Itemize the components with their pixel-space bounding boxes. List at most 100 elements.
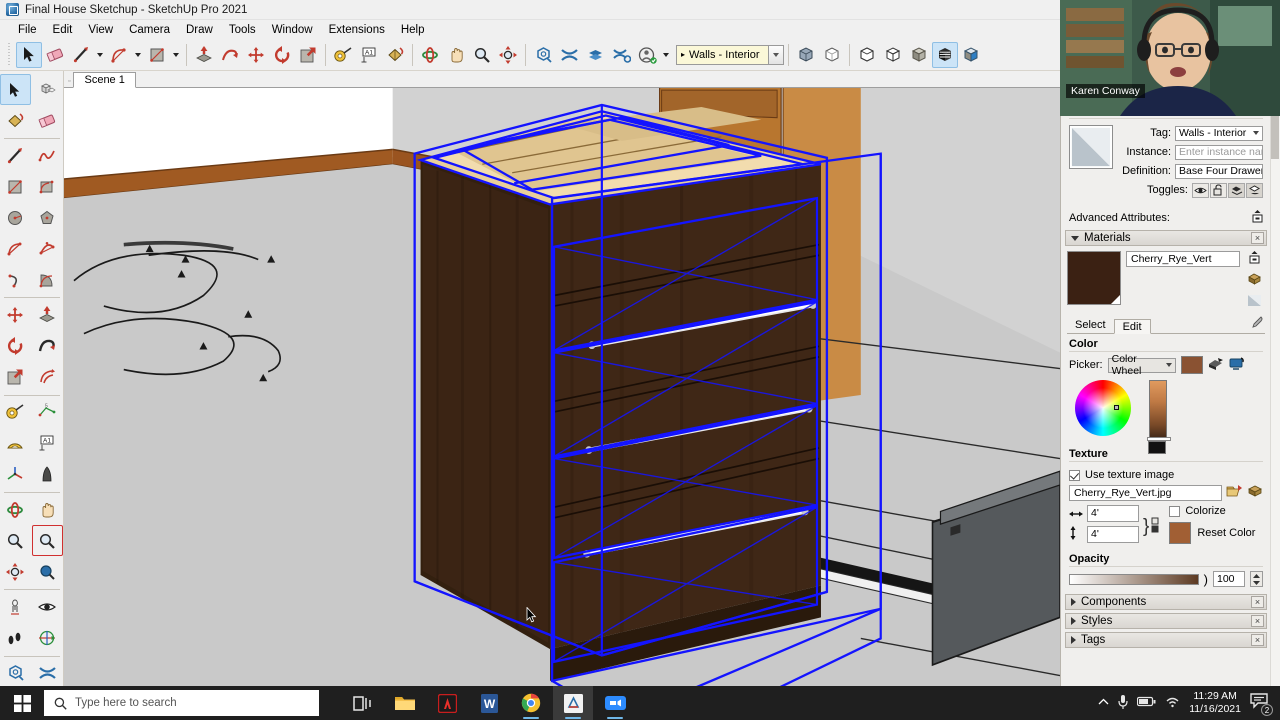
freehand-tool[interactable] (32, 140, 63, 171)
sketchup-button[interactable] (553, 686, 593, 720)
chrome-button[interactable] (511, 686, 551, 720)
pan-tool[interactable] (32, 494, 63, 525)
share-model-button[interactable] (556, 42, 582, 68)
rotate-tool[interactable] (0, 331, 31, 362)
browse-texture-icon[interactable] (1226, 484, 1243, 501)
toolbar-overflow-arrow[interactable] (660, 42, 672, 68)
material-swatch[interactable] (1067, 251, 1121, 305)
paint-bucket-tool[interactable] (0, 105, 31, 136)
previous-view-tool[interactable] (32, 556, 63, 587)
walk-tool[interactable] (0, 623, 31, 654)
brightness-slider[interactable] (1147, 380, 1171, 441)
rectangle-tool[interactable] (144, 42, 170, 68)
trimble-connect-button[interactable] (582, 42, 608, 68)
scale-tool[interactable] (295, 42, 321, 68)
menu-item-draw[interactable]: Draw (178, 22, 221, 38)
tab-edit[interactable]: Edit (1113, 319, 1151, 334)
select-tool[interactable] (0, 74, 31, 105)
move-tool[interactable] (0, 300, 31, 331)
word-button[interactable]: W (469, 686, 509, 720)
rectangle-tool[interactable] (0, 171, 31, 202)
tape-measure-tool[interactable] (0, 397, 31, 428)
section-plane-tool[interactable] (32, 623, 63, 654)
make-component-tool[interactable] (32, 74, 63, 105)
pan-tool[interactable] (443, 42, 469, 68)
visibility-toggle[interactable] (1192, 182, 1209, 198)
opacity-slider-handle[interactable]: ) (1204, 572, 1208, 587)
dimension-tool[interactable]: A1 (356, 42, 382, 68)
style-hidden-line-button[interactable] (854, 42, 880, 68)
style-wireframe-button[interactable] (819, 42, 845, 68)
model-viewport[interactable] (64, 88, 1060, 720)
zoom-button[interactable] (595, 686, 635, 720)
line-tool[interactable] (0, 140, 31, 171)
arc-tool[interactable] (106, 42, 132, 68)
tab-select[interactable]: Select (1067, 318, 1114, 333)
3d-warehouse-button[interactable] (0, 658, 31, 689)
menu-item-view[interactable]: View (80, 22, 121, 38)
use-texture-checkbox[interactable] (1069, 469, 1080, 481)
spinner-down-icon[interactable] (1251, 579, 1262, 586)
followme-tool[interactable] (32, 331, 63, 362)
style-texture-button[interactable] (906, 42, 932, 68)
edit-texture-icon[interactable] (1247, 484, 1263, 501)
zoom-tool[interactable] (0, 525, 31, 556)
match-object-color-icon[interactable] (1208, 357, 1224, 374)
3d-text-tool[interactable] (32, 459, 63, 490)
tape-measure-tool[interactable] (330, 42, 356, 68)
create-material-icon[interactable] (1247, 272, 1262, 289)
orbit-tool[interactable] (0, 494, 31, 525)
two-point-arc-tool[interactable] (32, 233, 63, 264)
opacity-slider[interactable] (1069, 573, 1199, 585)
arc-tool[interactable] (0, 233, 31, 264)
receive-shadows-toggle[interactable] (1246, 182, 1263, 198)
dimension-tool[interactable]: 5 (32, 397, 63, 428)
advanced-attributes-expand-icon[interactable] (1252, 210, 1263, 226)
cast-shadows-toggle[interactable] (1228, 182, 1245, 198)
polygon-tool[interactable] (32, 202, 63, 233)
zoom-window-tool[interactable] (31, 525, 63, 557)
color-wheel-marker[interactable] (1114, 405, 1119, 410)
close-icon[interactable]: × (1251, 232, 1264, 244)
microphone-icon[interactable] (1118, 694, 1128, 713)
style-shaded-button[interactable] (880, 42, 906, 68)
tray-scrollbar[interactable] (1270, 71, 1280, 720)
opacity-spinner[interactable] (1250, 571, 1263, 587)
eraser-tool[interactable] (32, 105, 63, 136)
style-xray-button[interactable] (793, 42, 819, 68)
panel-styles-header[interactable]: Styles × (1065, 613, 1267, 629)
tray-expand-icon[interactable] (1098, 697, 1109, 709)
user-account-button[interactable] (634, 42, 660, 68)
menu-item-extensions[interactable]: Extensions (321, 22, 393, 38)
scale-tool[interactable] (0, 362, 31, 393)
zoom-tool[interactable] (469, 42, 495, 68)
close-icon[interactable]: × (1251, 634, 1264, 646)
wifi-icon[interactable] (1165, 696, 1180, 711)
aspect-lock-group[interactable]: } (1143, 505, 1159, 547)
followme-tool[interactable] (217, 42, 243, 68)
panel-tags-header[interactable]: Tags × (1065, 632, 1267, 648)
pie-tool[interactable] (32, 264, 63, 295)
eraser-tool[interactable] (42, 42, 68, 68)
material-name-input[interactable]: Cherry_Rye_Vert (1126, 251, 1240, 267)
move-tool[interactable] (243, 42, 269, 68)
color-wheel[interactable] (1075, 380, 1131, 436)
opacity-value-input[interactable]: 100 (1213, 571, 1245, 587)
pushpull-tool[interactable] (32, 300, 63, 331)
colorize-checkbox[interactable] (1169, 505, 1181, 517)
menu-item-camera[interactable]: Camera (121, 22, 178, 38)
acrobat-reader-button[interactable] (427, 686, 467, 720)
style-back-edges-button[interactable] (958, 42, 984, 68)
eyedropper-icon[interactable] (1250, 316, 1263, 332)
rotated-rectangle-tool[interactable] (32, 171, 63, 202)
style-monochrome-button[interactable] (932, 41, 958, 68)
colorize-row[interactable]: Colorize (1169, 505, 1263, 517)
paint-bucket-tool[interactable] (382, 42, 408, 68)
current-color-swatch[interactable] (1180, 356, 1203, 374)
start-button[interactable] (0, 686, 44, 720)
display-options-icon[interactable] (1249, 251, 1260, 267)
texture-file-input[interactable]: Cherry_Rye_Vert.jpg (1069, 484, 1222, 501)
picker-select[interactable]: Color Wheel (1107, 353, 1176, 377)
battery-icon[interactable] (1137, 696, 1156, 710)
position-camera-tool[interactable] (0, 592, 31, 623)
